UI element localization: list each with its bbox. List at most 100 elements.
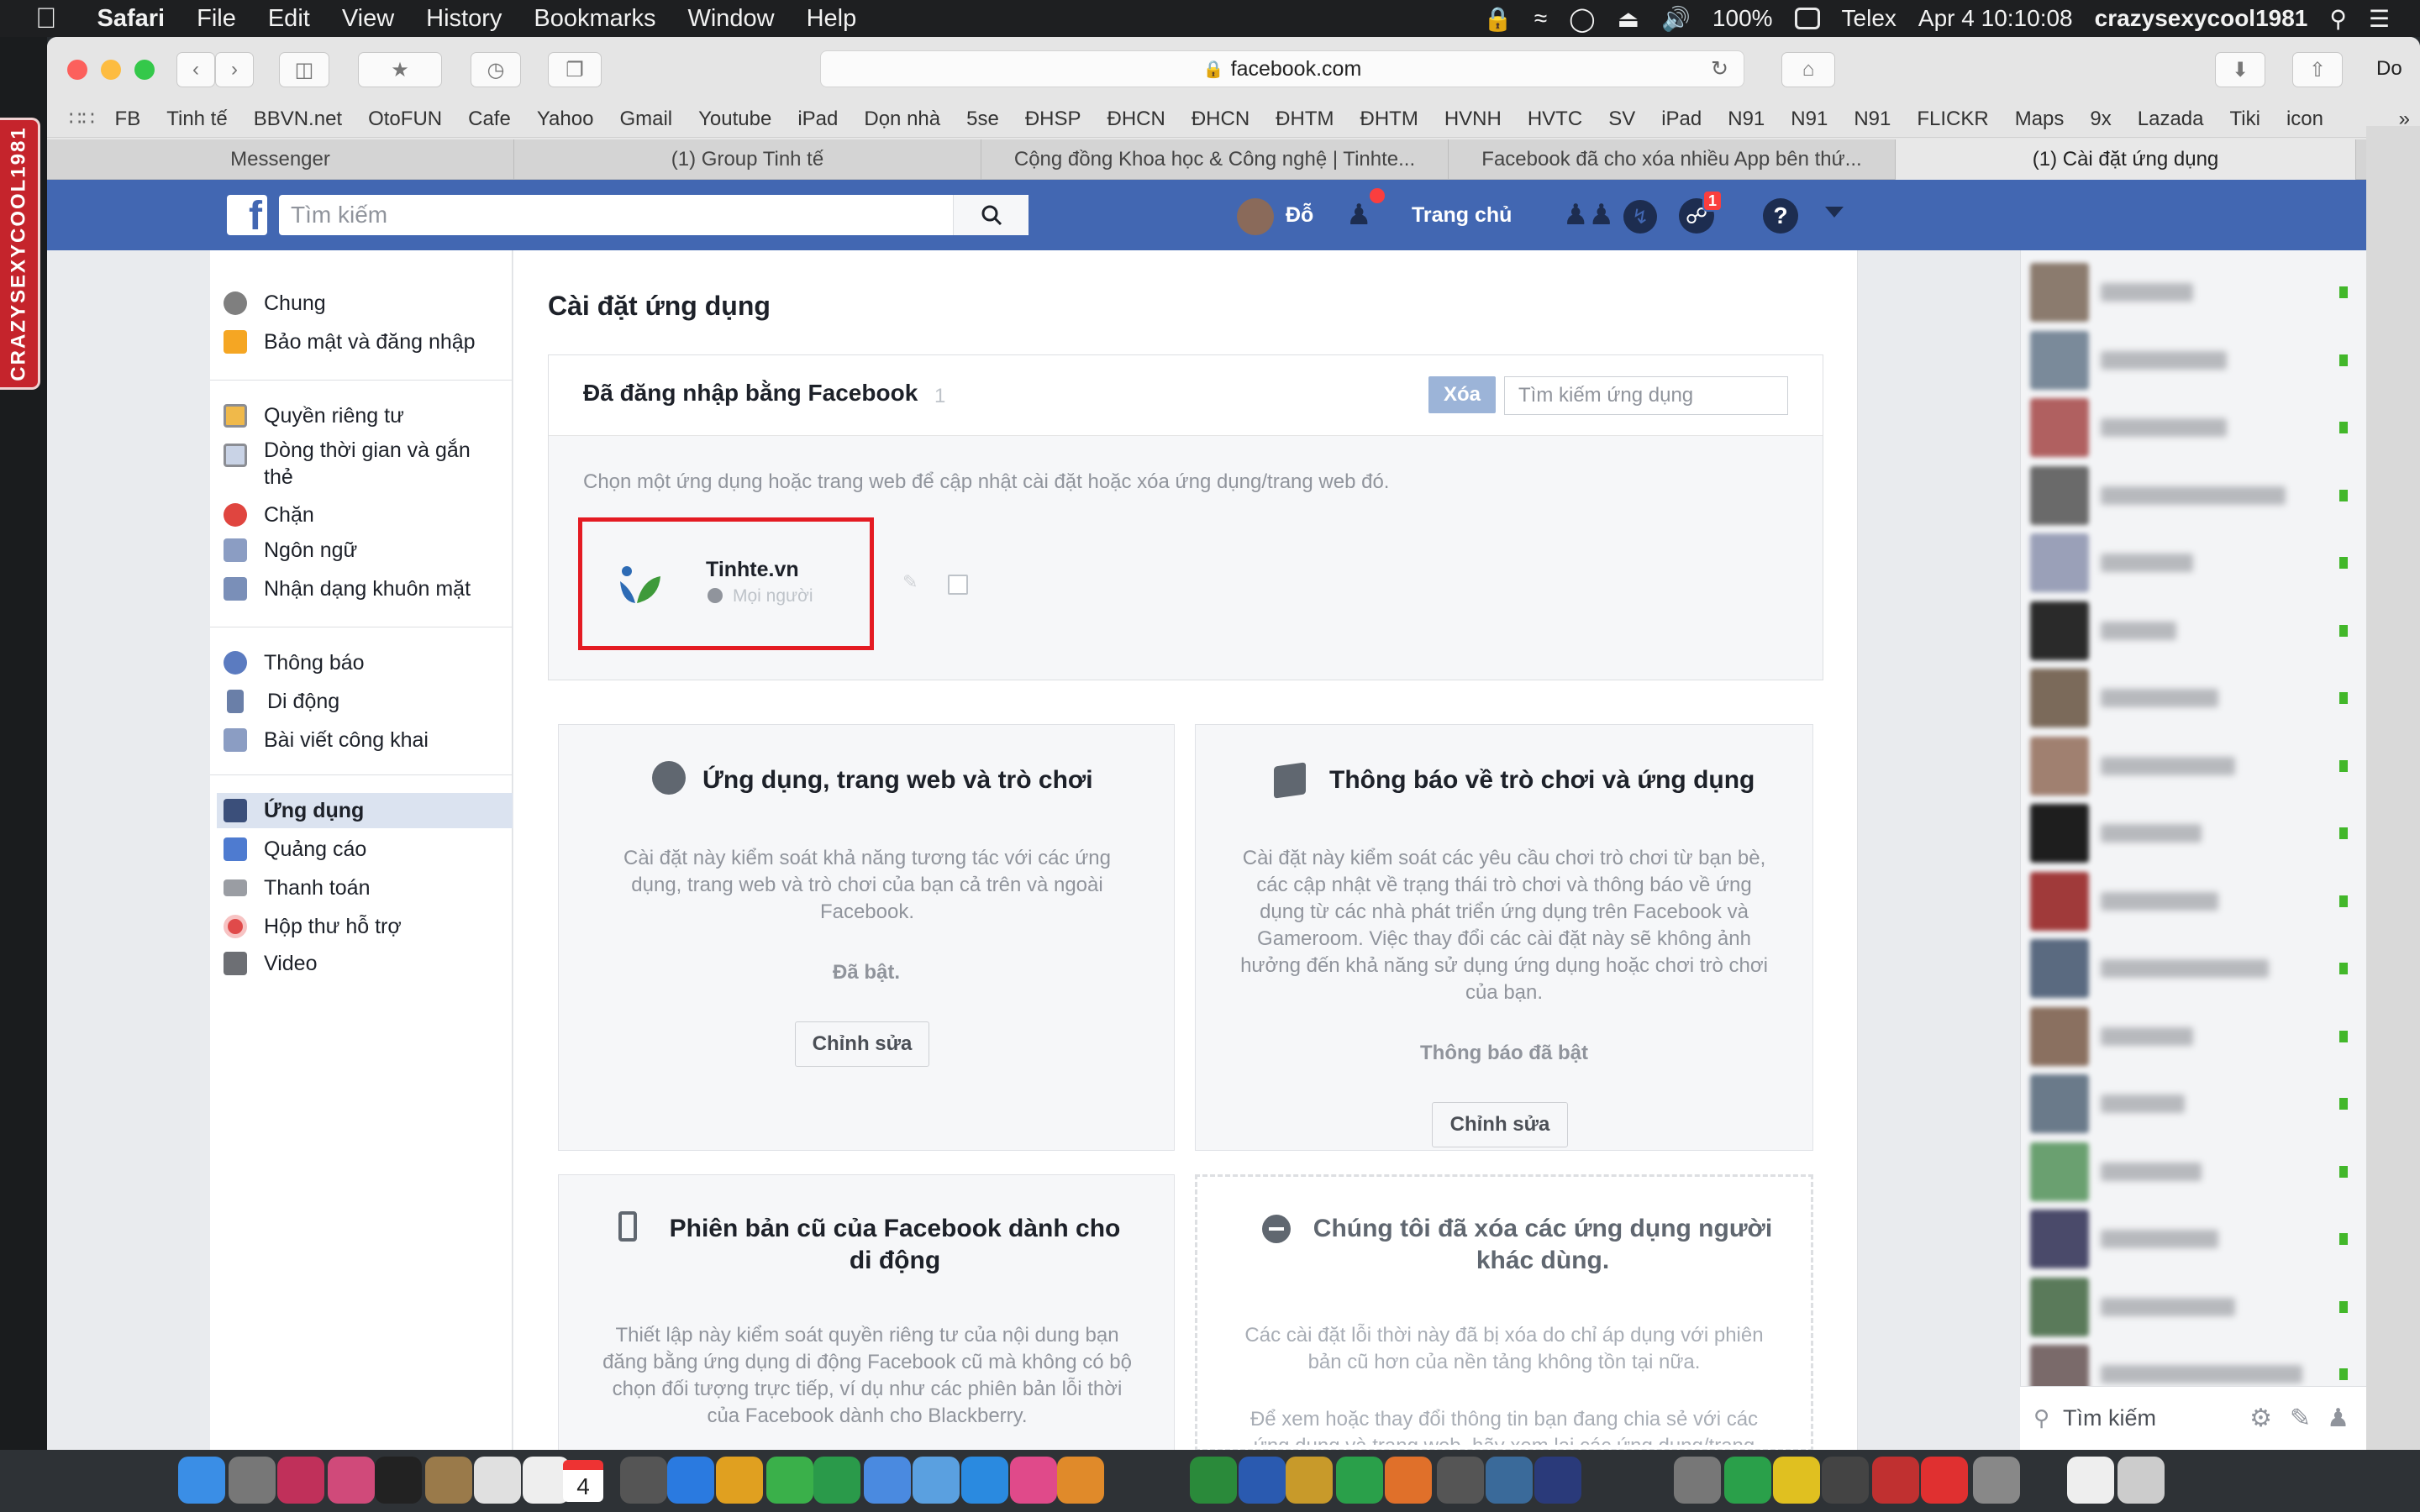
toolbar-overflow-label[interactable]: Do [2376, 57, 2402, 81]
bookmark-item[interactable]: HVNH [1444, 108, 1502, 131]
bookmark-item[interactable]: Lazada [2138, 108, 2204, 131]
tab-app-settings[interactable]: (1) Cài đặt ứng dụng [1896, 139, 2356, 180]
dock-app-icon[interactable] [1534, 1457, 1581, 1504]
sidebar-item-general[interactable]: Chung [217, 286, 513, 321]
home-button[interactable]: ⌂ [1781, 52, 1835, 87]
dock-app-icon[interactable] [667, 1457, 714, 1504]
minimize-window-button[interactable] [101, 60, 121, 80]
sidebar-item-ads[interactable]: Quảng cáo [217, 832, 513, 867]
bookmark-item[interactable]: N91 [1791, 108, 1828, 131]
reload-icon[interactable]: ↻ [1711, 56, 1728, 81]
bookmarks-button[interactable]: ★ [358, 52, 442, 87]
bookmark-item[interactable]: SV [1608, 108, 1635, 131]
back-button[interactable]: ‹ [176, 52, 215, 87]
eject-icon[interactable]: ⏏ [1618, 5, 1639, 33]
bookmark-item[interactable]: N91 [1728, 108, 1765, 131]
dock-app-icon[interactable] [277, 1457, 324, 1504]
facebook-search-button[interactable] [953, 195, 1028, 235]
edit-notifications-button[interactable]: Chỉnh sửa [1432, 1102, 1568, 1147]
sidebar-item-language[interactable]: Ngôn ngữ [217, 533, 513, 568]
forward-button[interactable]: › [215, 52, 254, 87]
app-select-checkbox[interactable] [948, 575, 968, 595]
chat-contact[interactable] [2030, 263, 2358, 322]
clock[interactable]: Apr 4 10:10:08 [1918, 5, 2073, 32]
bookmark-item[interactable]: ĐHCN [1192, 108, 1249, 131]
bookmark-item[interactable]: ĐHTM [1360, 108, 1418, 131]
bookmark-item[interactable]: iPad [1661, 108, 1702, 131]
sidebar-item-payments[interactable]: Thanh toán [217, 870, 513, 906]
lock-icon[interactable]: 🔒 [1483, 5, 1512, 33]
downloads-button[interactable]: ⬇ [2215, 52, 2265, 87]
menubar-user[interactable]: crazysexycool1981 [2095, 5, 2308, 32]
sidebar-item-timeline[interactable]: Dòng thời gian và gắn thẻ [217, 437, 513, 489]
menu-file[interactable]: File [197, 5, 236, 33]
bookmark-item[interactable]: Yahoo [537, 108, 594, 131]
spotlight-icon[interactable]: ⚲ [2329, 5, 2347, 33]
sidebar-toggle-button[interactable]: ◫ [279, 52, 329, 87]
tab-group-tinhte[interactable]: (1) Group Tinh tế [514, 139, 981, 180]
home-link[interactable]: Trang chủ [1412, 203, 1512, 228]
chat-contact[interactable] [2030, 601, 2358, 660]
sidebar-item-apps[interactable]: Ứng dụng [217, 793, 513, 828]
bookmark-item[interactable]: FLICKR [1917, 108, 1988, 131]
dock-app-icon[interactable] [1239, 1457, 1286, 1504]
facebook-search-input[interactable]: Tìm kiếm [279, 195, 1028, 235]
dock-app-icon[interactable] [1822, 1457, 1869, 1504]
wifi-icon[interactable]: ≈ [1534, 5, 1547, 32]
chat-contact[interactable] [2030, 669, 2358, 727]
dock-app-icon[interactable] [813, 1457, 860, 1504]
menu-window[interactable]: Window [687, 5, 774, 33]
dock-app-icon[interactable] [1190, 1457, 1237, 1504]
chat-contact[interactable] [2030, 736, 2358, 795]
dock-app-icon[interactable] [1773, 1457, 1820, 1504]
dock-app-icon[interactable] [620, 1457, 667, 1504]
bookmark-item[interactable]: Maps [2015, 108, 2065, 131]
dock-app-icon[interactable] [178, 1457, 225, 1504]
volume-icon[interactable]: 🔊 [1661, 5, 1691, 33]
dock-app-icon[interactable] [913, 1457, 960, 1504]
bookmark-item[interactable]: Tinh tế [166, 108, 227, 131]
chat-contact[interactable] [2030, 1142, 2358, 1201]
chat-contact[interactable] [2030, 533, 2358, 592]
bookmark-item[interactable]: icon [2286, 108, 2323, 131]
bookmark-item[interactable]: Dọn nhà [864, 108, 940, 131]
accessibility-icon[interactable]: ◯ [1569, 5, 1595, 33]
help-icon[interactable]: ? [1763, 198, 1798, 234]
sidebar-item-mobile[interactable]: Di động [217, 684, 513, 719]
bookmark-item[interactable]: iPad [797, 108, 838, 131]
dock-app-icon[interactable] [229, 1457, 276, 1504]
chat-contact[interactable] [2030, 398, 2358, 457]
address-bar[interactable]: 🔒 facebook.com ↻ [820, 50, 1744, 87]
tab-messenger[interactable]: Messenger [47, 139, 514, 180]
chat-contact[interactable] [2030, 1074, 2358, 1133]
dock-app-icon[interactable] [1385, 1457, 1432, 1504]
remove-apps-button[interactable]: Xóa [1428, 376, 1496, 413]
friend-requests-icon[interactable]: ♟♟ [1563, 198, 1614, 232]
sidebar-item-support-inbox[interactable]: Hộp thư hỗ trợ [217, 909, 513, 944]
edit-pencil-icon[interactable]: ✎ [902, 571, 923, 592]
chat-contact[interactable] [2030, 871, 2358, 931]
bookmark-item[interactable]: 9x [2090, 108, 2111, 131]
dock-app-icon[interactable] [1872, 1457, 1919, 1504]
bookmark-item[interactable]: Gmail [619, 108, 672, 131]
menu-view[interactable]: View [342, 5, 394, 33]
chat-contact[interactable] [2030, 939, 2358, 998]
dock-app-icon[interactable] [1921, 1457, 1968, 1504]
dock-app-icon[interactable] [716, 1457, 763, 1504]
dock-app-icon[interactable] [1010, 1457, 1057, 1504]
battery-icon[interactable] [1794, 8, 1820, 29]
menu-edit[interactable]: Edit [268, 5, 310, 33]
bookmark-item[interactable]: ĐHSP [1025, 108, 1081, 131]
dock-app-icon[interactable] [2118, 1457, 2165, 1504]
bookmark-item[interactable]: ĐHTM [1276, 108, 1334, 131]
menu-help[interactable]: Help [807, 5, 857, 33]
facebook-logo[interactable]: f [227, 195, 267, 237]
tinhte-logo-icon[interactable] [612, 558, 671, 608]
find-friends-icon[interactable]: ♟ [1346, 198, 1380, 232]
tab-overview-button[interactable]: ❐ [548, 52, 602, 87]
apple-icon[interactable]:  [35, 3, 57, 35]
chat-settings-icon[interactable]: ⚙ [2249, 1404, 2272, 1433]
dock-app-icon[interactable] [961, 1457, 1008, 1504]
app-search-input[interactable]: Tìm kiếm ứng dụng [1504, 376, 1788, 415]
input-method[interactable]: Telex [1842, 5, 1897, 32]
